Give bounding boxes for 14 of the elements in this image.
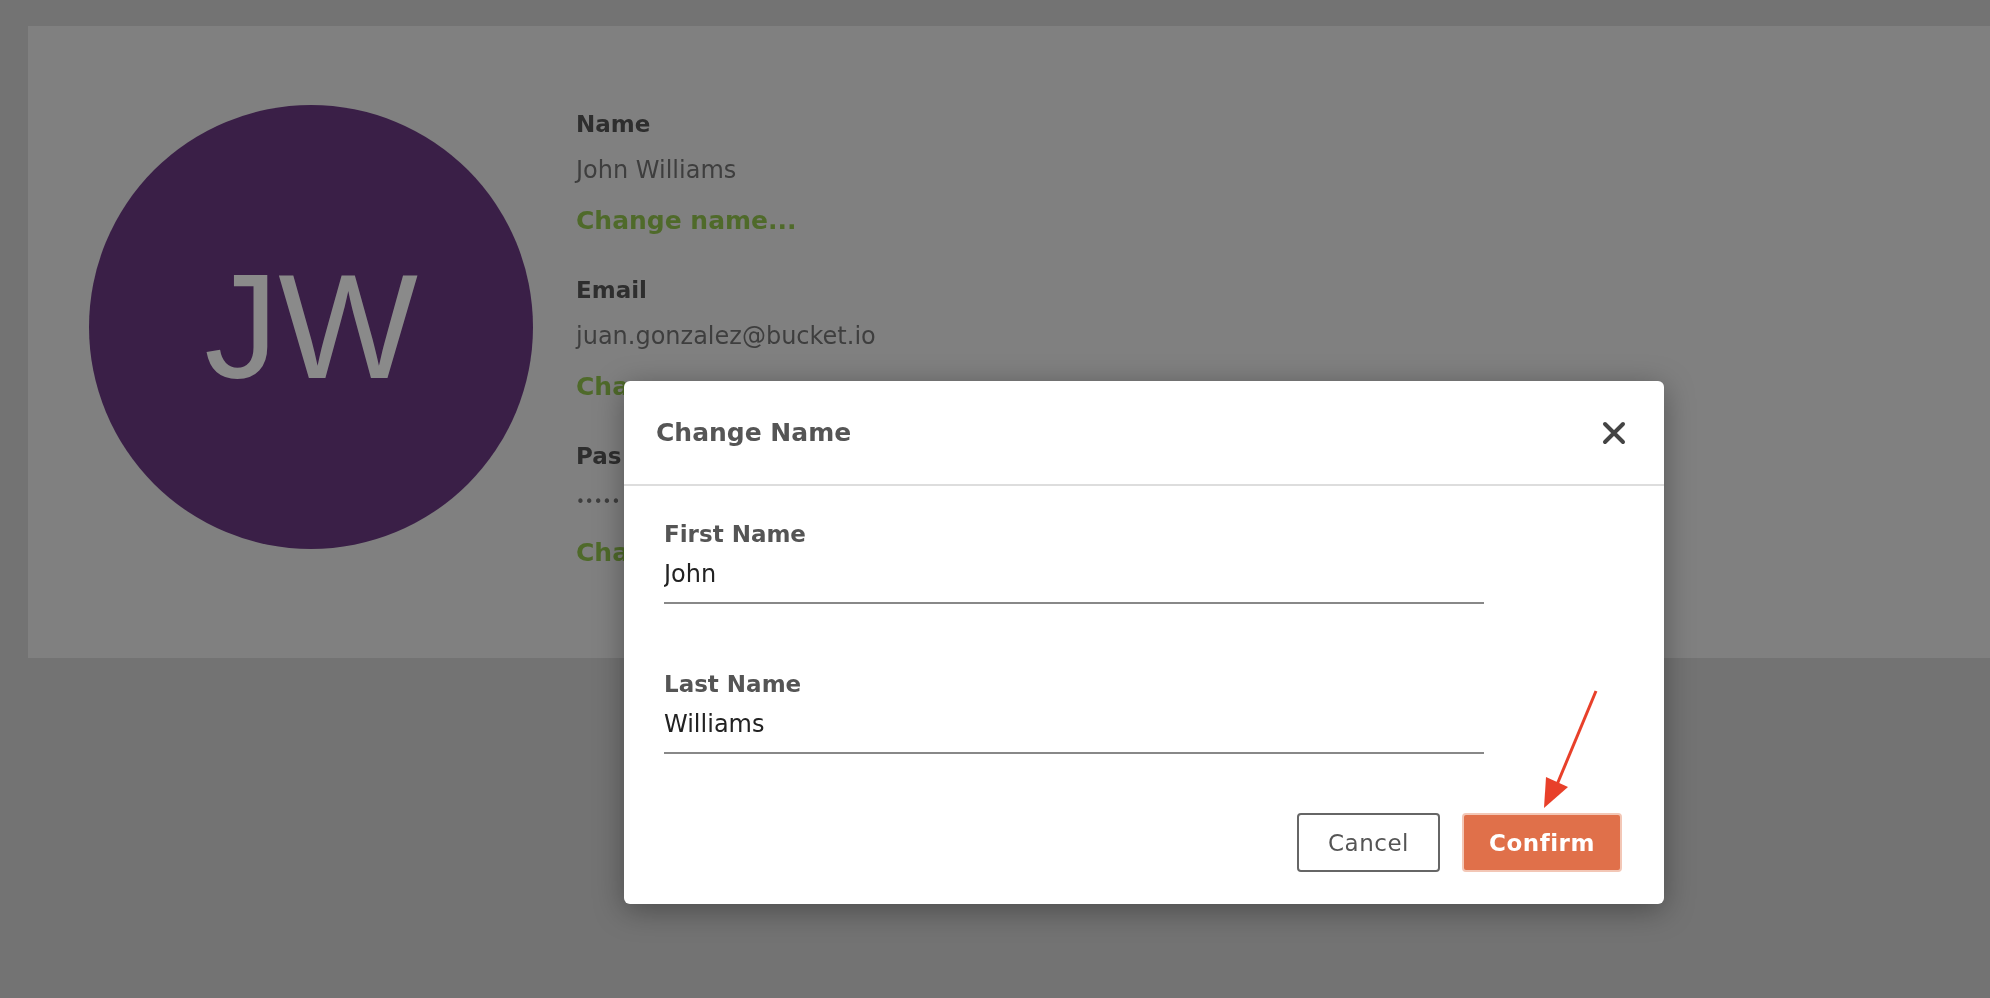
field-label: First Name xyxy=(664,520,807,549)
text-field[interactable]: Williams xyxy=(664,702,1484,746)
field-value: ••••• xyxy=(576,492,621,513)
field-label: Email xyxy=(576,276,647,305)
field-label: Name xyxy=(576,110,651,139)
field-label: Pas xyxy=(576,442,622,471)
cancel-button[interactable]: Cancel xyxy=(1297,813,1440,872)
avatar-initials: JW xyxy=(204,253,418,401)
dialog-title: Change Name xyxy=(656,418,852,447)
field-value: John Williams xyxy=(576,155,737,186)
close-icon[interactable] xyxy=(1602,420,1626,445)
confirm-button[interactable]: Confirm xyxy=(1462,813,1622,872)
field-value: juan.gonzalez@bucket.io xyxy=(576,321,876,352)
field-label: Last Name xyxy=(664,670,803,699)
